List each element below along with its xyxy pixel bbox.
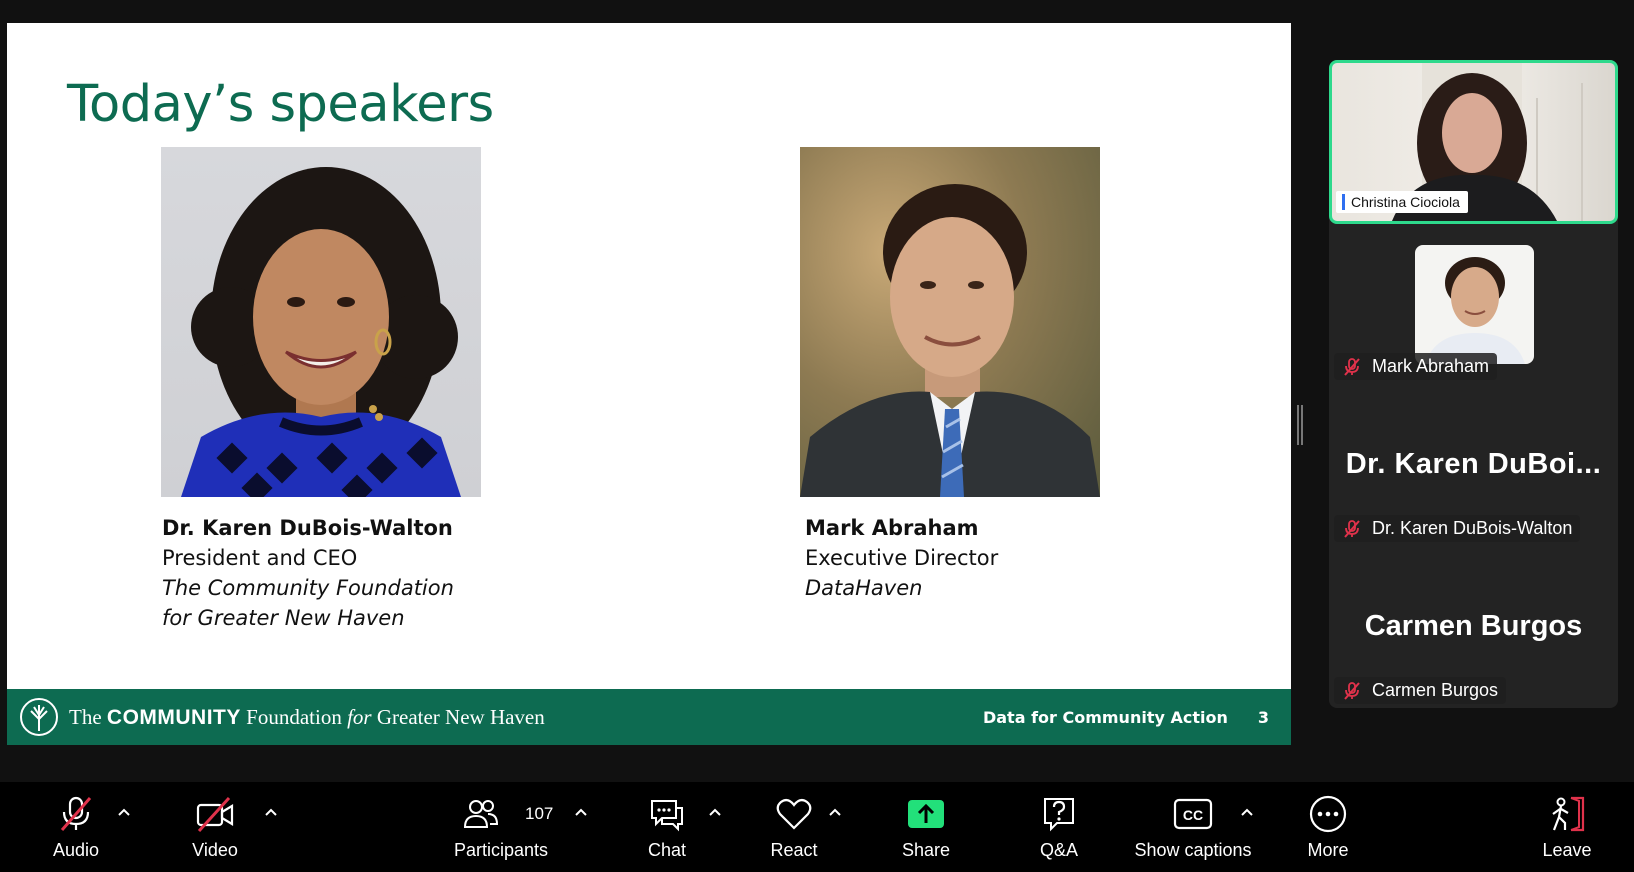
video-label: Video bbox=[192, 840, 238, 860]
slide-page-number: 3 bbox=[1257, 707, 1269, 727]
leave-button[interactable]: Leave bbox=[1537, 782, 1597, 872]
meeting-toolbar: Audio Video Participants 107 Chat React … bbox=[0, 782, 1634, 872]
tree-logo-icon bbox=[20, 698, 58, 736]
participants-count: 107 bbox=[525, 804, 554, 823]
svg-text:CC: CC bbox=[1183, 807, 1203, 823]
active-speaker-video[interactable]: Christina Ciociola bbox=[1329, 60, 1618, 224]
footer-tagline: Data for Community Action bbox=[982, 707, 1228, 727]
speaker-name: Mark Abraham bbox=[805, 516, 979, 540]
video-off-icon bbox=[195, 794, 235, 834]
mic-muted-icon bbox=[1344, 357, 1360, 376]
mic-muted-icon bbox=[1344, 681, 1360, 700]
brand-place: Greater New Haven bbox=[376, 704, 545, 729]
chat-icon bbox=[647, 794, 687, 834]
audio-label: Audio bbox=[52, 840, 100, 860]
speaker-org: The Community Foundation bbox=[162, 576, 454, 600]
participants-options-chevron-up-icon[interactable] bbox=[572, 804, 590, 822]
more-ellipsis-icon bbox=[1308, 794, 1348, 834]
leave-door-icon bbox=[1547, 794, 1587, 834]
closed-captions-icon: CC bbox=[1173, 794, 1213, 834]
panel-resize-handle[interactable] bbox=[1297, 405, 1303, 445]
shared-slide: Today’s speakers Dr. Karen DuBois-Walton… bbox=[7, 23, 1291, 745]
leave-label: Leave bbox=[1542, 840, 1592, 860]
brand-community: COMMUNITY bbox=[106, 705, 241, 729]
captions-label: Show captions bbox=[1134, 840, 1252, 860]
slide-title: Today’s speakers bbox=[67, 75, 494, 134]
speaker-photo-mark bbox=[800, 147, 1100, 497]
mic-muted-icon bbox=[1344, 519, 1360, 538]
speaker-photo-karen bbox=[161, 147, 481, 497]
share-button[interactable]: Share bbox=[896, 782, 956, 872]
speaker-info-mark: Mark Abraham Executive Director DataHave… bbox=[805, 513, 998, 603]
more-label: More bbox=[1307, 840, 1349, 860]
slide-footer: The COMMUNITY Foundation for Greater New… bbox=[7, 689, 1291, 745]
participants-label: Participants bbox=[453, 840, 549, 860]
more-button[interactable]: More bbox=[1300, 782, 1356, 872]
qa-button[interactable]: Q&A bbox=[1029, 782, 1089, 872]
chat-label: Chat bbox=[647, 840, 687, 860]
participants-icon bbox=[461, 794, 501, 834]
captions-options-chevron-up-icon[interactable] bbox=[1238, 804, 1256, 822]
heart-icon bbox=[774, 794, 814, 834]
speaking-indicator-icon bbox=[1342, 194, 1345, 210]
brand-foundation: Foundation bbox=[246, 704, 342, 729]
speaker-role: President and CEO bbox=[162, 546, 358, 570]
show-captions-button[interactable]: CC Show captions bbox=[1132, 782, 1254, 872]
brand-for: for bbox=[347, 704, 372, 729]
name-tag-carmen: Carmen Burgos bbox=[1334, 677, 1507, 704]
tile-display-name-karen[interactable]: Dr. Karen DuBoi... bbox=[1329, 448, 1618, 481]
video-options-chevron-up-icon[interactable] bbox=[262, 804, 280, 822]
speaker-name: Dr. Karen DuBois-Walton bbox=[162, 516, 453, 540]
name-tag-christina: Christina Ciociola bbox=[1336, 191, 1468, 213]
brand-the: The bbox=[69, 704, 102, 729]
footer-brand: The COMMUNITY Foundation for Greater New… bbox=[69, 705, 545, 730]
video-button[interactable]: Video bbox=[184, 782, 246, 872]
tile-display-name-carmen[interactable]: Carmen Burgos bbox=[1329, 610, 1618, 643]
speaker-role: Executive Director bbox=[805, 546, 999, 570]
speaker-info-karen: Dr. Karen DuBois-Walton President and CE… bbox=[162, 513, 454, 633]
participant-name: Mark Abraham bbox=[1372, 356, 1490, 376]
share-screen-icon bbox=[906, 794, 946, 834]
participant-name: Dr. Karen DuBois-Walton bbox=[1372, 518, 1573, 538]
audio-button[interactable]: Audio bbox=[46, 782, 106, 872]
audio-options-chevron-up-icon[interactable] bbox=[115, 804, 133, 822]
speaker-org-line2: for Greater New Haven bbox=[162, 606, 405, 630]
chat-options-chevron-up-icon[interactable] bbox=[706, 804, 724, 822]
question-icon bbox=[1039, 794, 1079, 834]
react-options-chevron-up-icon[interactable] bbox=[826, 804, 844, 822]
react-button[interactable]: React bbox=[764, 782, 824, 872]
name-tag-karen: Dr. Karen DuBois-Walton bbox=[1334, 515, 1581, 542]
react-label: React bbox=[770, 840, 818, 860]
footer-right: Data for Community Action 3 bbox=[983, 689, 1269, 745]
qa-label: Q&A bbox=[1039, 840, 1078, 860]
avatar-mark-abraham[interactable] bbox=[1415, 245, 1534, 364]
meeting-stage: Today’s speakers Dr. Karen DuBois-Walton… bbox=[0, 0, 1634, 782]
participant-name: Carmen Burgos bbox=[1372, 680, 1499, 700]
participant-name: Christina Ciociola bbox=[1351, 194, 1460, 210]
chat-button[interactable]: Chat bbox=[639, 782, 695, 872]
name-tag-mark: Mark Abraham bbox=[1334, 353, 1498, 380]
participants-button[interactable]: Participants bbox=[450, 782, 552, 872]
share-label: Share bbox=[901, 840, 951, 860]
speaker-org: DataHaven bbox=[805, 576, 923, 600]
mic-muted-icon bbox=[56, 794, 96, 834]
